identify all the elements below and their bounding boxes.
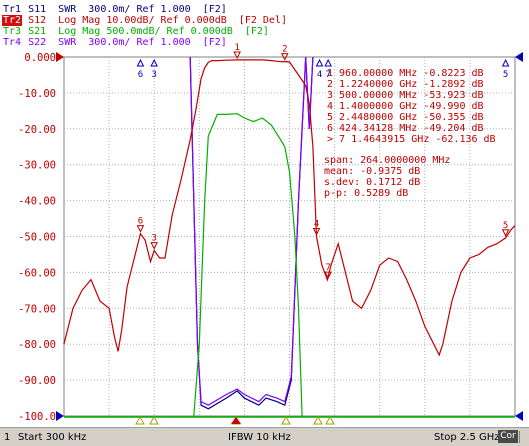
y-tick-label: -40.00 bbox=[18, 196, 56, 208]
trace-row-tr1[interactable]: Tr1 S11 SWR 300.0m/ Ref 1.000 [F2] bbox=[2, 4, 287, 15]
trace-row-tr2[interactable]: Tr2 S12 Log Mag 10.00dB/ Ref 0.000dB [F2… bbox=[2, 15, 287, 26]
y-tick-label: 0.000 bbox=[24, 52, 56, 64]
trace-id[interactable]: Tr1 bbox=[2, 4, 22, 15]
trace-settings: S22 SWR 300.0m/ Ref 1.000 [F2] bbox=[22, 37, 227, 48]
resize-grip[interactable] bbox=[519, 431, 529, 443]
ifbw-setting[interactable]: IFBW 10 kHz bbox=[228, 432, 291, 443]
y-tick-label: -20.00 bbox=[18, 124, 56, 136]
marker-readout-row: 5 2.4480000 GHz -50.355 dB bbox=[327, 112, 484, 123]
statistics-row: mean: -0.9375 dB bbox=[324, 166, 420, 177]
trace-settings: S11 SWR 300.0m/ Ref 1.000 [F2] bbox=[22, 4, 227, 15]
trace-settings: S21 Log Mag 500.0mdB/ Ref 0.000dB [F2] bbox=[22, 26, 269, 37]
trace-settings: S12 Log Mag 10.00dB/ Ref 0.000dB [F2 Del… bbox=[22, 15, 287, 26]
marker-readout-row: > 7 1.4643915 GHz -62.136 dB bbox=[327, 134, 496, 145]
y-tick-label: -90.00 bbox=[18, 375, 56, 387]
marker-readout-row: 4 1.4000000 GHz -49.990 dB bbox=[327, 101, 484, 112]
y-tick-label: -100.0 bbox=[18, 411, 56, 423]
marker-6-offscale-label: 6 bbox=[138, 70, 143, 80]
y-tick-label: -70.00 bbox=[18, 303, 56, 315]
y-tick-label: -80.00 bbox=[18, 339, 56, 351]
marker-readout-row: 1 960.00000 MHz -0.8223 dB bbox=[327, 68, 484, 79]
trace-legend: Tr1 S11 SWR 300.0m/ Ref 1.000 [F2] Tr2 S… bbox=[2, 4, 287, 48]
status-bar: 1 Start 300 kHz IFBW 10 kHz Stop 2.5 GHz… bbox=[0, 427, 529, 446]
marker-5-label: 5 bbox=[503, 221, 508, 231]
marker-4-label: 4 bbox=[314, 219, 319, 229]
statistics-row: span: 264.0000000 MHz bbox=[324, 155, 450, 166]
y-tick-label: -30.00 bbox=[18, 160, 56, 172]
marker-3-label: 3 bbox=[151, 234, 156, 244]
start-frequency[interactable]: Start 300 kHz bbox=[18, 432, 86, 443]
marker-4-offscale-label: 4 bbox=[317, 70, 322, 80]
trace-id[interactable]: Tr4 bbox=[2, 37, 22, 48]
marker-6-label: 6 bbox=[138, 217, 143, 227]
marker-readout-row: 6 424.34128 MHz -49.204 dB bbox=[327, 123, 484, 134]
marker-5-offscale-label: 5 bbox=[503, 70, 508, 80]
y-tick-label: -60.00 bbox=[18, 267, 56, 279]
marker-readout-row: 3 500.00000 MHz -53.923 dB bbox=[327, 90, 484, 101]
correction-button[interactable]: Cor bbox=[498, 430, 518, 443]
stop-frequency[interactable]: Stop 2.5 GHz bbox=[434, 432, 500, 443]
marker-7-label: 7 bbox=[325, 263, 330, 273]
statistics-row: s.dev: 0.1712 dB bbox=[324, 177, 420, 188]
trace-id-active[interactable]: Tr2 bbox=[2, 15, 23, 26]
vna-window: 0.000 -10.00 -20.00 -30.00 -40.00 -50.00 -60.0… bbox=[0, 0, 529, 446]
trace-plot[interactable]: 0.000 -10.00 -20.00 -30.00 -40.00 -50.00 -60.0… bbox=[0, 0, 529, 427]
trace-id[interactable]: Tr3 bbox=[2, 26, 22, 37]
y-tick-label: -50.00 bbox=[18, 232, 56, 244]
trace-row-tr4[interactable]: Tr4 S22 SWR 300.0m/ Ref 1.000 [F2] bbox=[2, 37, 287, 48]
y-tick-label: -10.00 bbox=[18, 88, 56, 100]
marker-3-offscale-label: 3 bbox=[151, 70, 156, 80]
trace-row-tr3[interactable]: Tr3 S21 Log Mag 500.0mdB/ Ref 0.000dB [F… bbox=[2, 26, 287, 37]
statistics-row: p-p: 0.5289 dB bbox=[324, 188, 408, 199]
channel-number[interactable]: 1 bbox=[4, 432, 10, 443]
marker-readout-row: 2 1.2240000 GHz -1.2892 dB bbox=[327, 79, 484, 90]
